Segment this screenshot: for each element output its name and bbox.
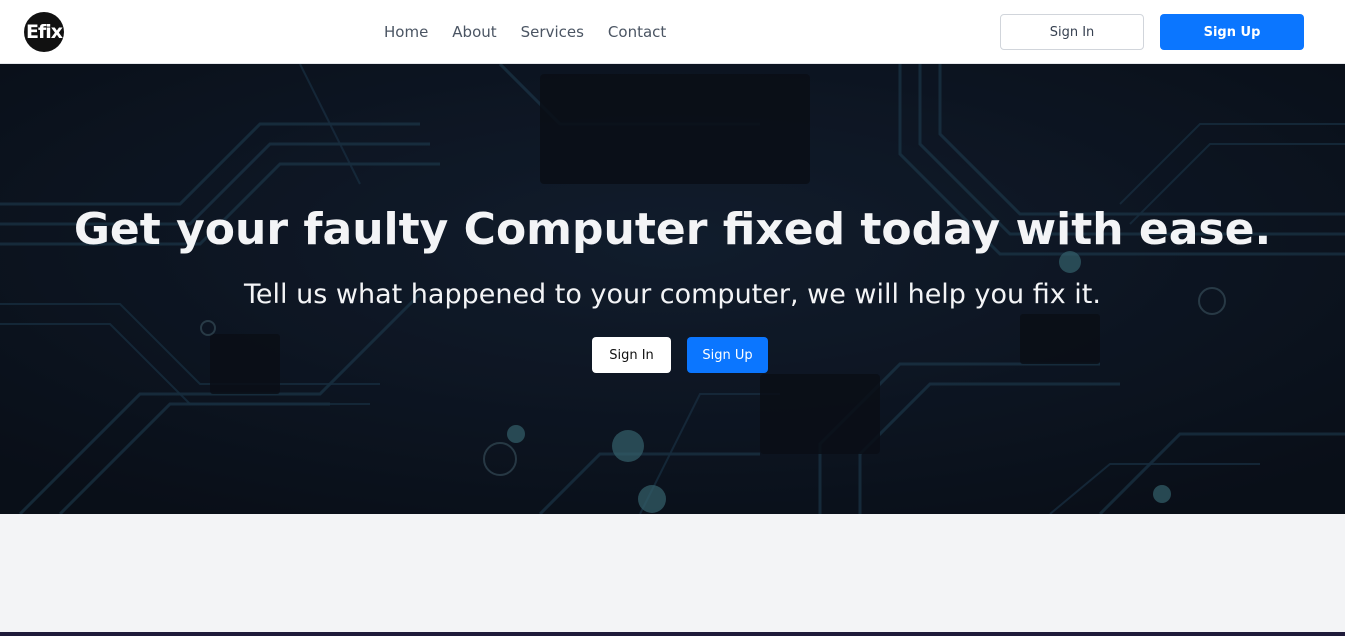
- hero-section: Get your faulty Computer fixed today wit…: [0, 64, 1345, 514]
- nav-link-services[interactable]: Services: [521, 23, 584, 41]
- nav-sign-up-button[interactable]: Sign Up: [1160, 14, 1304, 50]
- hero-sign-in-button[interactable]: Sign In: [592, 337, 671, 373]
- hero-subtitle: Tell us what happened to your computer, …: [244, 279, 1101, 310]
- efix-logo[interactable]: Efix: [24, 12, 64, 52]
- top-navbar: Efix Home About Services Contact Sign In…: [0, 0, 1345, 64]
- hero-sign-up-button[interactable]: Sign Up: [687, 337, 768, 373]
- nav-link-about[interactable]: About: [452, 23, 496, 41]
- main-nav: Home About Services Contact: [384, 23, 666, 41]
- nav-sign-in-button[interactable]: Sign In: [1000, 14, 1144, 50]
- hero-title: Get your faulty Computer fixed today wit…: [73, 204, 1272, 255]
- footer-edge: [0, 632, 1345, 636]
- nav-link-home[interactable]: Home: [384, 23, 428, 41]
- nav-link-contact[interactable]: Contact: [608, 23, 666, 41]
- logo-text: Efix: [25, 21, 63, 43]
